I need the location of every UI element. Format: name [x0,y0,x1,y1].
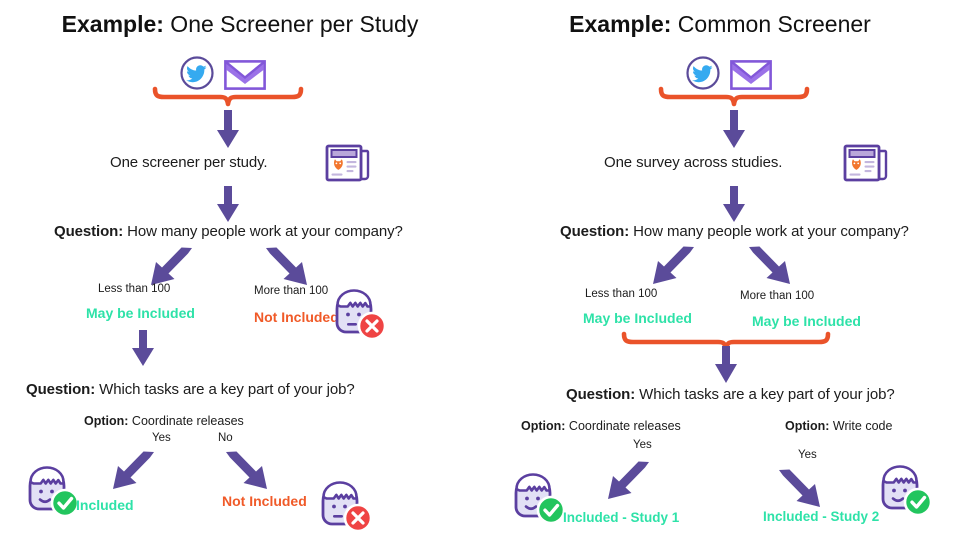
statement-text: One screener per study. [110,154,268,171]
status-not-included: Not Included [222,493,307,509]
option-1-no-label: No [218,432,233,444]
outcome-arrow-right [222,450,270,492]
question-2: Question: Which tasks are a key part of … [26,381,355,398]
newspaper-icon [324,142,372,186]
option-2-yes-label: Yes [798,449,817,461]
branch-right-answer: More than 100 [254,285,329,297]
question-2-label: Question: [26,381,96,398]
option-1-yes-label: Yes [633,439,652,451]
question-2-text: Which tasks are a key part of your job? [95,381,355,398]
option-2-label: Option: [785,419,830,433]
option-2-text: Write code [829,419,893,433]
status-may-be-included: May be Included [86,305,195,321]
status-may-be-included: May be Included [752,313,861,329]
status-included: Included [76,497,134,513]
panel-one-screener-per-study: Example: One Screener per Study One scre… [0,0,480,540]
status-included-study-2: Included - Study 2 [763,509,880,524]
panel-title-strong: Example: [61,11,164,37]
panel-common-screener: Example: Common Screener One survey acro… [480,0,960,540]
question-2-text: Which tasks are a key part of your job? [635,386,895,403]
question-1: Question: How many people work at your c… [560,223,909,240]
flow-arrow-down [210,186,246,224]
branch-arrow-left [650,245,698,287]
newspaper-icon [842,142,890,186]
option-1: Option: Coordinate releases [521,419,681,433]
branch-arrow-right [262,246,310,288]
panel-title: Example: One Screener per Study [0,11,480,38]
branch-arrow-right [745,245,793,287]
question-1-label: Question: [54,223,124,240]
panel-title-rest: One Screener per Study [163,11,419,37]
face-included-icon [24,464,82,520]
question-1-text: How many people work at your company? [629,223,909,240]
option-2: Option: Write code [785,419,892,433]
flow-arrow-down [210,110,246,150]
option-1-yes-label: Yes [152,432,171,444]
status-not-included: Not Included [254,309,339,325]
question-1: Question: How many people work at your c… [54,223,403,240]
outcome-arrow-right [775,468,823,510]
question-1-text: How many people work at your company? [123,223,403,240]
panel-title-rest: Common Screener [671,11,871,37]
question-2: Question: Which tasks are a key part of … [566,386,895,403]
source-merge-bracket [658,86,810,108]
option-1-text: Coordinate releases [565,419,681,433]
flow-arrow-down [708,346,744,386]
face-not-included-icon [317,479,375,535]
option-1: Option: Coordinate releases [84,414,244,428]
face-included-icon [510,471,568,527]
branch-arrow-left [148,246,196,288]
panel-title: Example: Common Screener [480,11,960,38]
face-not-included-icon [331,287,389,343]
option-1-label: Option: [84,414,129,428]
outcome-arrow-left [110,450,158,492]
question-2-label: Question: [566,386,636,403]
flow-arrow-down [716,110,752,150]
face-included-icon [877,463,935,519]
option-1-label: Option: [521,419,566,433]
flow-arrow-down [716,186,752,224]
branch-right-answer: More than 100 [740,290,815,302]
question-1-label: Question: [560,223,630,240]
source-merge-bracket [152,86,304,108]
option-1-text: Coordinate releases [128,414,244,428]
outcome-arrow-left [605,460,653,502]
status-may-be-included: May be Included [583,310,692,326]
branch-left-answer: Less than 100 [585,288,658,300]
status-included-study-1: Included - Study 1 [563,510,680,525]
statement-text: One survey across studies. [604,154,783,171]
flow-arrow-down [125,330,161,370]
panel-title-strong: Example: [569,11,672,37]
branch-left-answer: Less than 100 [98,283,171,295]
